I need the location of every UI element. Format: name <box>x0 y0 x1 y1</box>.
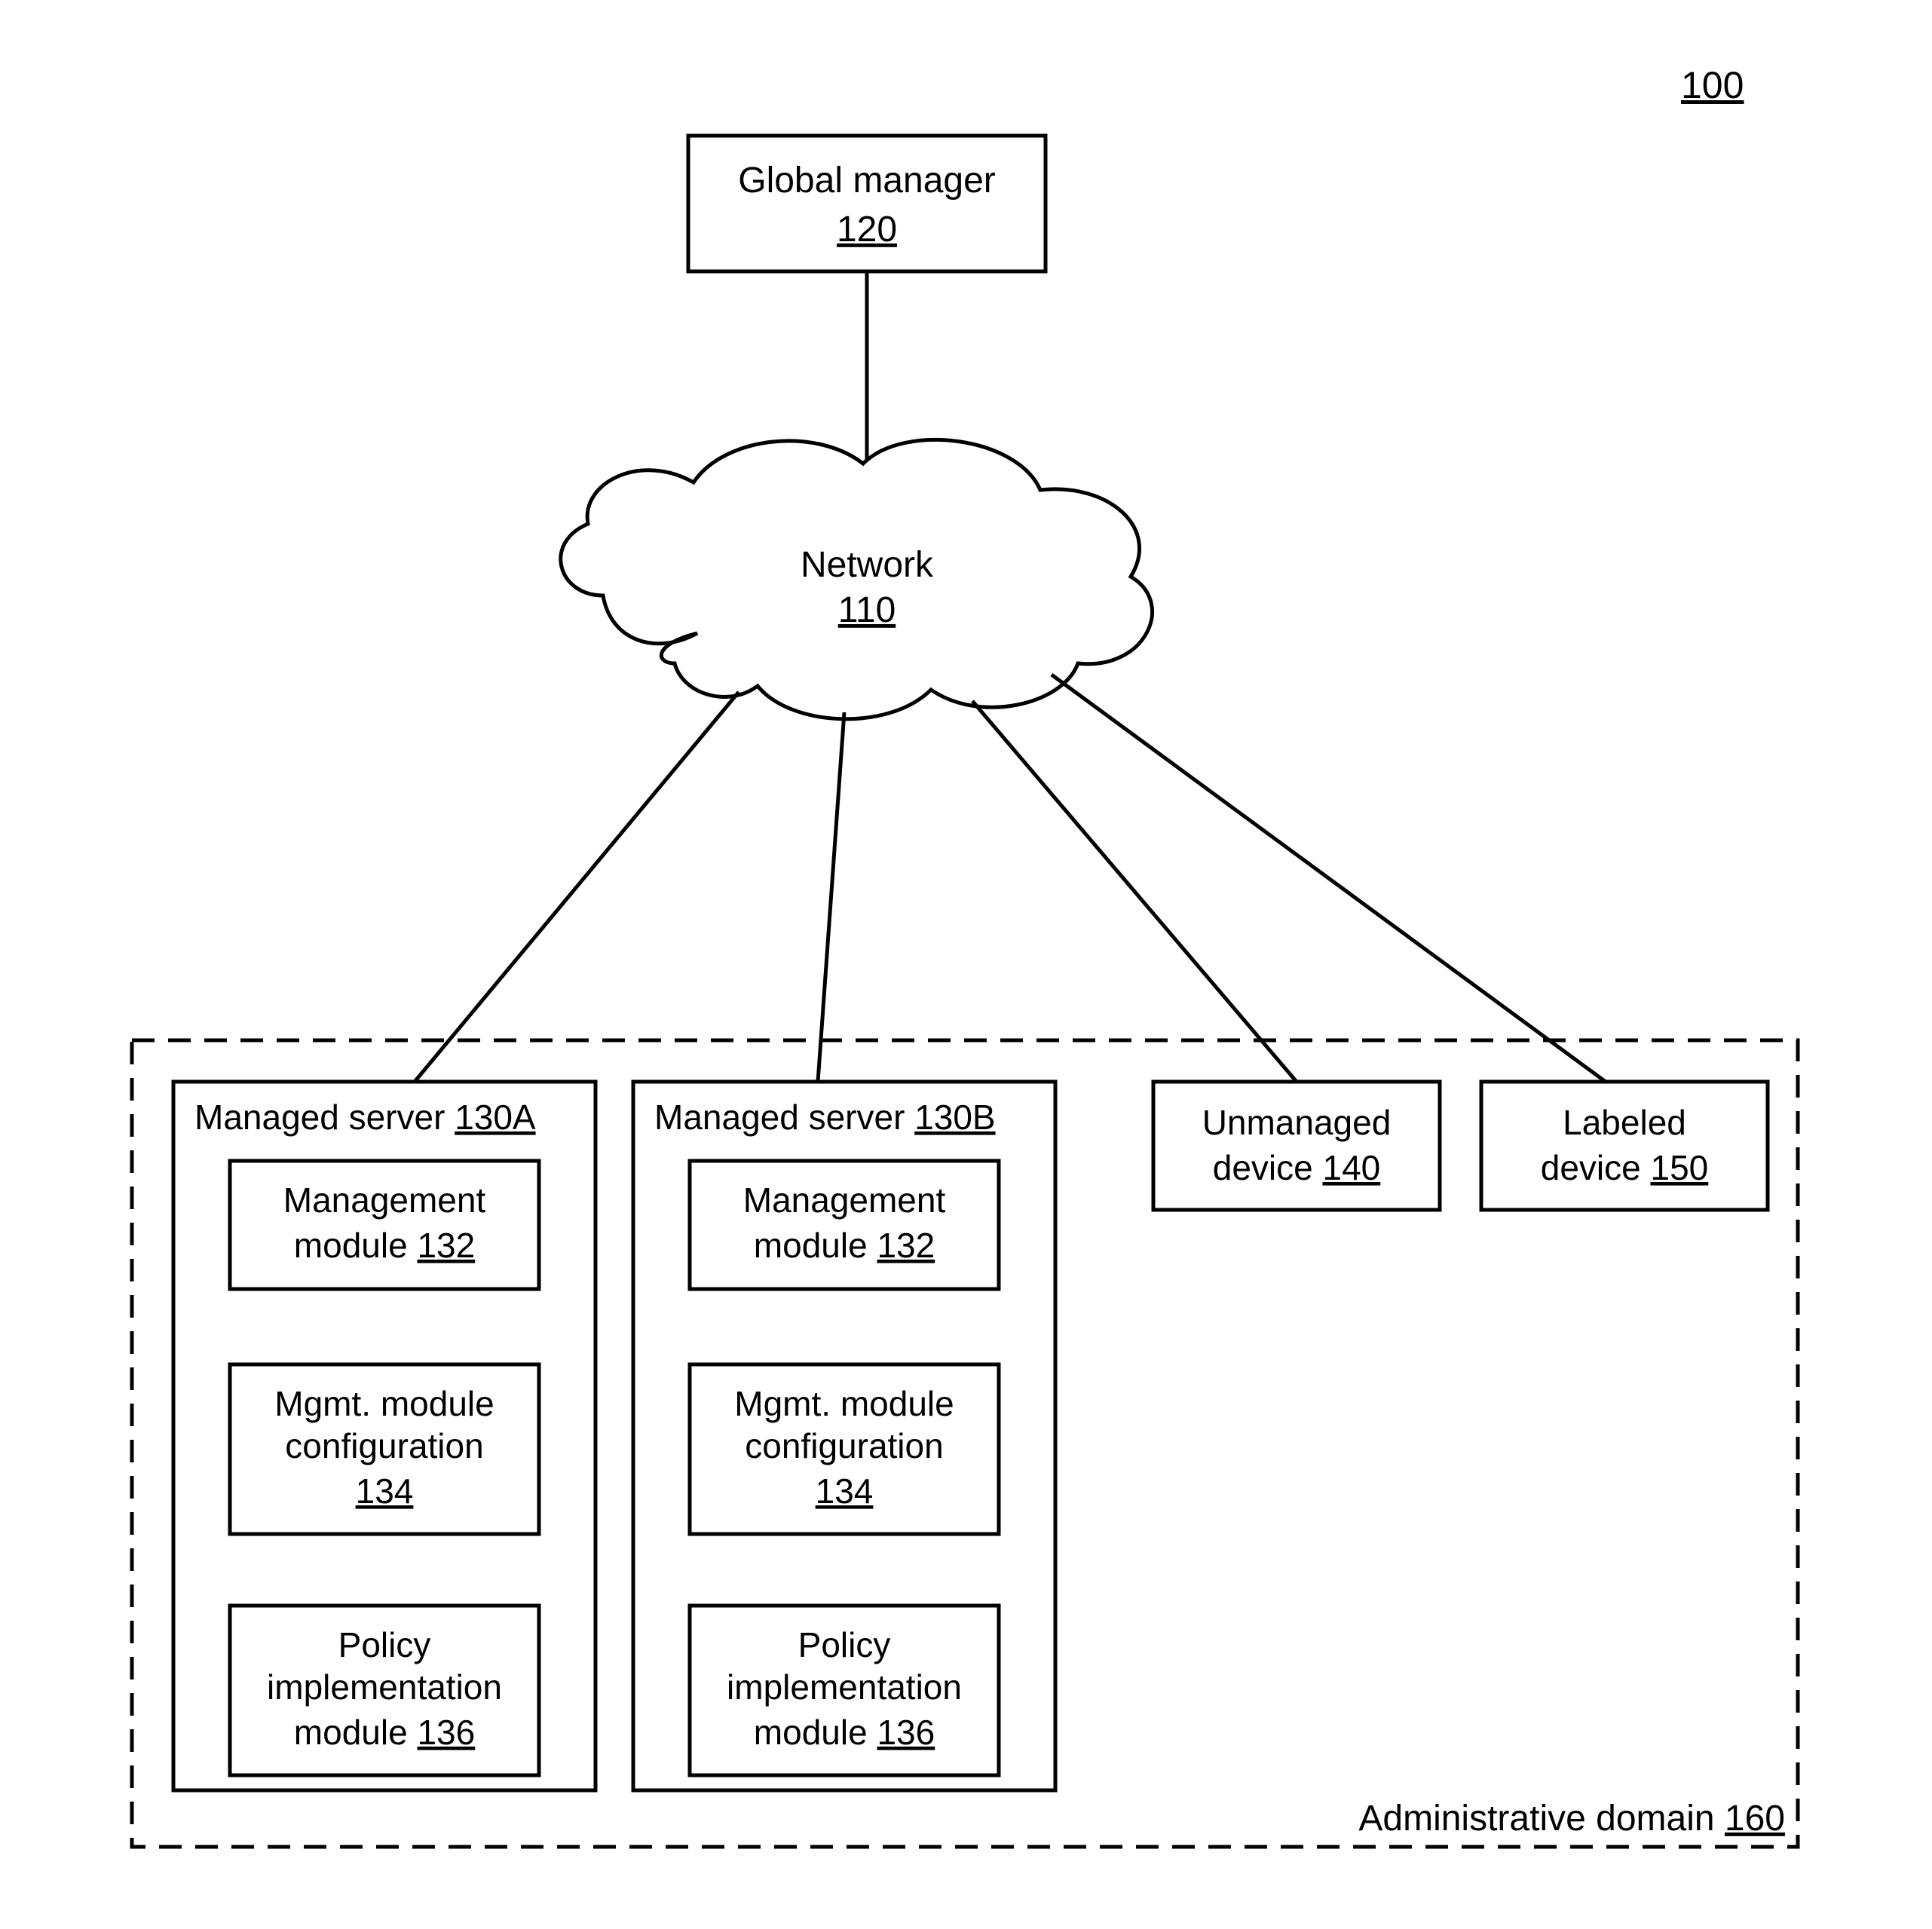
managed-server-a-title: Managed server 130A <box>194 1098 536 1137</box>
svg-text:implementation: implementation <box>727 1667 962 1707</box>
svg-text:Management: Management <box>283 1180 486 1220</box>
svg-text:module 136: module 136 <box>294 1713 475 1752</box>
global-manager-ref: 120 <box>837 210 897 250</box>
global-manager-node: Global manager 120 <box>688 136 1046 271</box>
svg-text:134: 134 <box>356 1471 414 1511</box>
svg-text:implementation: implementation <box>267 1667 502 1707</box>
svg-text:Unmanaged: Unmanaged <box>1202 1103 1392 1142</box>
svg-text:Management: Management <box>743 1180 946 1220</box>
network-title: Network <box>801 545 934 585</box>
svg-text:Policy: Policy <box>798 1625 891 1664</box>
svg-text:module 132: module 132 <box>754 1226 935 1265</box>
managed-server-b: Managed server 130B Management module 13… <box>633 1082 1055 1790</box>
global-manager-title: Global manager <box>738 161 996 201</box>
svg-text:configuration: configuration <box>285 1426 483 1465</box>
svg-text:device 150: device 150 <box>1541 1148 1709 1187</box>
admin-domain-label: Administrative domain 160 <box>1358 1799 1785 1839</box>
svg-text:module 136: module 136 <box>754 1713 935 1752</box>
labeled-device: Labeled device 150 <box>1481 1082 1768 1210</box>
svg-text:configuration: configuration <box>745 1426 943 1465</box>
connector-cloud-serverA <box>415 692 739 1082</box>
connector-cloud-serverB <box>818 712 844 1082</box>
diagram-root: 100 Global manager 120 Network 110 Admin… <box>0 0 1932 1929</box>
svg-text:Policy: Policy <box>338 1625 431 1664</box>
connector-cloud-labeled <box>1052 675 1606 1082</box>
network-node: Network 110 <box>561 439 1153 718</box>
svg-text:Mgmt. module: Mgmt. module <box>734 1384 954 1423</box>
managed-server-a: Managed server 130A Management module 13… <box>173 1082 596 1790</box>
svg-text:Labeled: Labeled <box>1563 1103 1686 1142</box>
svg-text:134: 134 <box>816 1471 874 1511</box>
connector-cloud-unmanaged <box>972 701 1297 1082</box>
unmanaged-device: Unmanaged device 140 <box>1153 1082 1440 1210</box>
figure-ref: 100 <box>1681 64 1744 106</box>
svg-text:device 140: device 140 <box>1213 1148 1381 1187</box>
svg-text:Mgmt. module: Mgmt. module <box>274 1384 494 1423</box>
network-ref: 110 <box>838 590 896 630</box>
managed-server-b-title: Managed server 130B <box>654 1098 996 1137</box>
svg-text:module 132: module 132 <box>294 1226 475 1265</box>
